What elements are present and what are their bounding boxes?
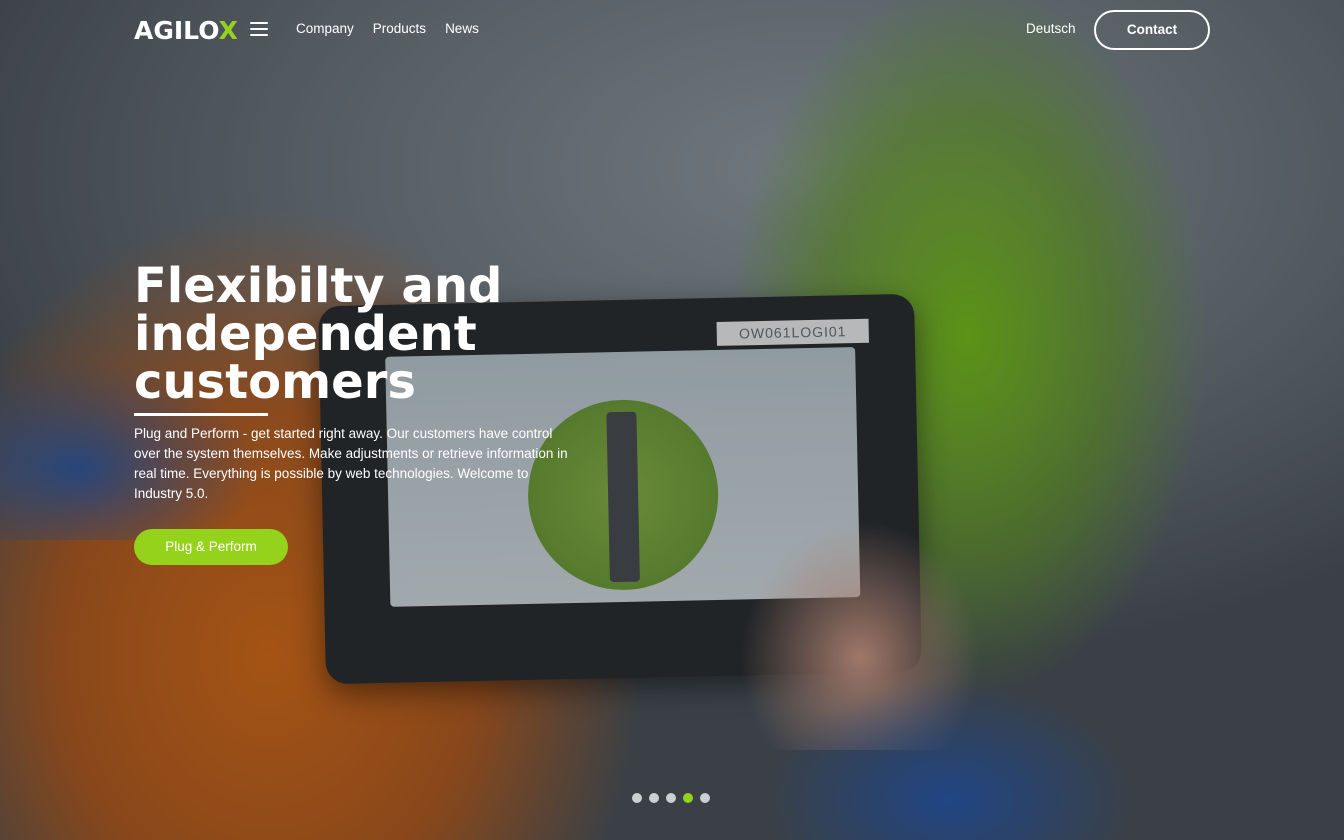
hero-title: Flexibilty and independent customers: [134, 258, 503, 410]
logo-accent: X: [218, 16, 238, 45]
logo-text: AGILO: [134, 16, 219, 45]
nav-item-news[interactable]: News: [445, 21, 479, 36]
hero-description: Plug and Perform - get started right awa…: [134, 426, 568, 501]
carousel-dot-1[interactable]: [632, 793, 642, 803]
main-nav: Company Products News: [296, 21, 479, 36]
carousel-dot-3[interactable]: [666, 793, 676, 803]
nav-item-products[interactable]: Products: [373, 21, 426, 36]
site-header: AGILOX Company Products News Deutsch Con…: [0, 0, 1344, 60]
carousel-dot-5[interactable]: [700, 793, 710, 803]
hero-content: Flexibilty and independent customers Plu…: [134, 262, 594, 565]
hamburger-icon[interactable]: [250, 22, 268, 36]
logo[interactable]: AGILOX: [134, 16, 238, 45]
carousel-dots: [632, 793, 710, 803]
language-switch[interactable]: Deutsch: [1026, 21, 1076, 36]
carousel-dot-2[interactable]: [649, 793, 659, 803]
title-underline: [134, 413, 268, 416]
nav-item-company[interactable]: Company: [296, 21, 354, 36]
carousel-dot-4[interactable]: [683, 793, 693, 803]
plug-and-perform-button[interactable]: Plug & Perform: [134, 529, 288, 565]
contact-button[interactable]: Contact: [1094, 10, 1210, 50]
